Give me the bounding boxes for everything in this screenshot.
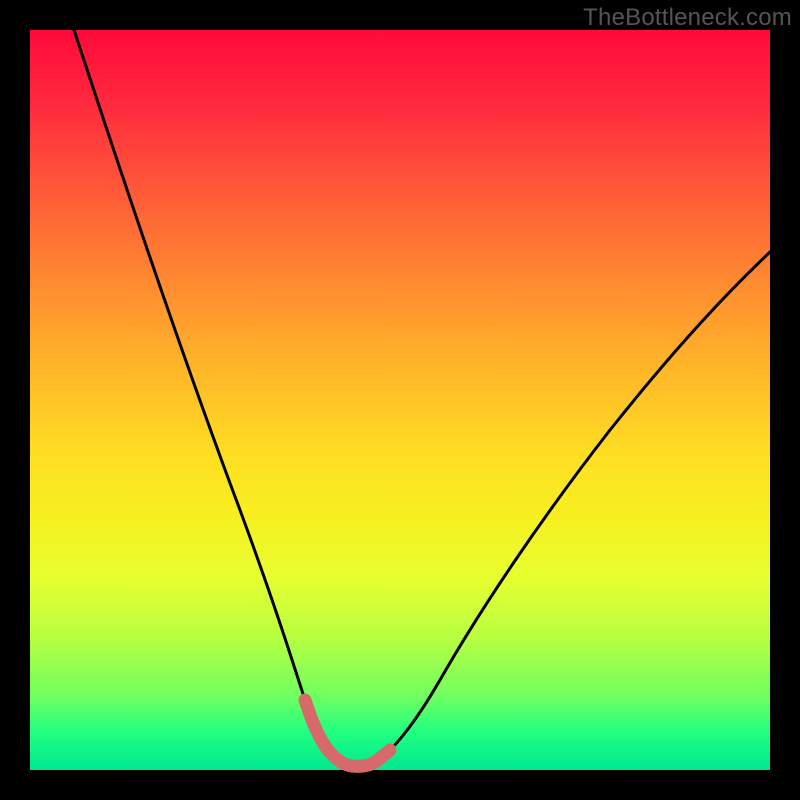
watermark-label: TheBottleneck.com (583, 4, 792, 32)
curve-optimal-highlight (305, 700, 390, 766)
curve-layer (30, 30, 770, 770)
chart-frame: TheBottleneck.com (0, 0, 800, 800)
curve-right-branch (390, 252, 770, 750)
curve-left-branch (74, 30, 328, 750)
